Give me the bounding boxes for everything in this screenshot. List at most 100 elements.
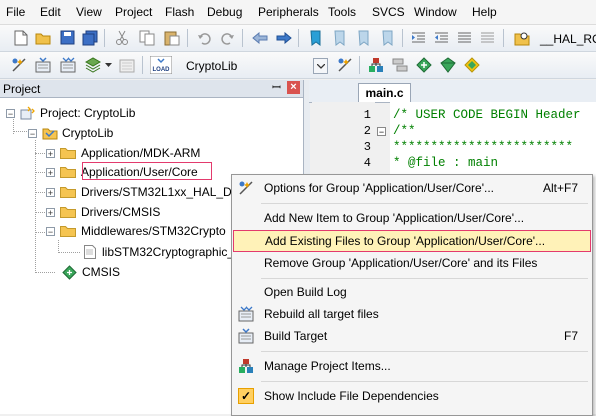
code-line: * @file : main xyxy=(393,156,499,170)
tree-item-label: CMSIS xyxy=(82,265,121,279)
menu-bar: File Edit View Project Flash Debug Perip… xyxy=(0,0,596,25)
expand-icon[interactable]: + xyxy=(46,148,55,158)
define-text: __HAL_RCC xyxy=(540,32,596,46)
bookmark-clear-icon[interactable] xyxy=(378,29,395,46)
tree-item-lib-file[interactable]: libSTM32Cryptographic_ xyxy=(84,243,234,261)
file-extensions-icon[interactable] xyxy=(391,56,408,73)
toolbar-separator xyxy=(298,29,299,47)
menu-item-label: Open Build Log xyxy=(264,285,347,299)
save-all-icon[interactable] xyxy=(81,29,98,46)
collapse-icon[interactable]: − xyxy=(28,128,37,138)
expand-icon[interactable]: + xyxy=(46,167,55,177)
pack-installer-icon[interactable] xyxy=(415,56,432,73)
tree-item-group-hal-driver[interactable]: + Drivers/STM32L1xx_HAL_Driv xyxy=(46,183,244,201)
paste-icon[interactable] xyxy=(163,29,180,46)
uncomment-icon[interactable] xyxy=(479,29,496,46)
tree-item-project[interactable]: − Project: CryptoLib xyxy=(6,104,135,122)
build-icon[interactable] xyxy=(34,56,51,73)
rebuild-icon[interactable] xyxy=(59,56,76,73)
nav-back-icon[interactable] xyxy=(251,29,268,46)
tree-guide xyxy=(35,172,45,173)
translate-icon[interactable] xyxy=(10,56,27,73)
tree-item-label: Drivers/CMSIS xyxy=(81,205,161,219)
cut-icon[interactable] xyxy=(113,29,130,46)
standard-toolbar: __HAL_RCC xyxy=(0,25,596,52)
menu-item-open-build-log[interactable]: Open Build Log xyxy=(233,281,591,303)
context-menu: Options for Group 'Application/User/Core… xyxy=(231,174,593,416)
menu-peripherals[interactable]: Peripherals xyxy=(258,5,319,19)
load-download-icon[interactable]: LOAD xyxy=(150,55,172,74)
menu-flash[interactable]: Flash xyxy=(165,5,194,19)
code-line: /** xyxy=(393,124,416,138)
menu-item-options-for-group[interactable]: Options for Group 'Application/User/Core… xyxy=(233,177,591,199)
menu-item-build-target[interactable]: Build Target F7 xyxy=(233,325,591,347)
pin-icon[interactable]: ꟷ xyxy=(270,81,283,95)
menu-file[interactable]: File xyxy=(6,5,25,19)
redo-icon[interactable] xyxy=(219,29,236,46)
menu-tools[interactable]: Tools xyxy=(328,5,356,19)
menu-help[interactable]: Help xyxy=(472,5,497,19)
nav-forward-icon[interactable] xyxy=(275,29,292,46)
bookmark-prev-icon[interactable] xyxy=(330,29,347,46)
tab-main-c[interactable]: main.c xyxy=(358,83,411,102)
menu-view[interactable]: View xyxy=(76,5,102,19)
options-for-target-icon[interactable] xyxy=(336,56,353,73)
menu-window[interactable]: Window xyxy=(414,5,457,19)
project-pane-header: Project ꟷ × xyxy=(0,80,303,98)
library-file-icon xyxy=(84,245,96,259)
menu-item-shortcut: F7 xyxy=(563,329,578,343)
expand-icon[interactable]: + xyxy=(46,207,55,217)
new-file-icon[interactable] xyxy=(12,29,29,46)
batch-dropdown-icon[interactable] xyxy=(104,56,112,73)
toolbar-separator xyxy=(142,56,143,74)
select-packs-icon[interactable] xyxy=(439,56,456,73)
bookmark-toggle-icon[interactable] xyxy=(306,29,323,46)
manage-project-items-icon[interactable] xyxy=(367,56,384,73)
project-pane-title: Project xyxy=(3,82,41,96)
rte-manage-icon[interactable] xyxy=(463,56,480,73)
menu-item-label: Build Target xyxy=(264,329,328,343)
tree-item-target[interactable]: − CryptoLib xyxy=(28,124,113,142)
comment-icon[interactable] xyxy=(456,29,473,46)
tree-guide xyxy=(35,212,45,213)
menu-item-label: Show Include File Dependencies xyxy=(264,389,439,403)
expand-icon[interactable]: + xyxy=(46,187,55,197)
stop-build-icon[interactable] xyxy=(118,56,135,73)
tree-item-group-middlewares[interactable]: − Middlewares/STM32Crypto xyxy=(46,222,226,240)
menu-item-add-existing-files[interactable]: Add Existing Files to Group 'Application… xyxy=(233,230,591,252)
open-folder-icon[interactable] xyxy=(35,29,52,46)
find-in-files-icon[interactable] xyxy=(513,29,530,46)
toolbar-separator xyxy=(187,29,188,47)
tree-item-cmsis-component[interactable]: CMSIS xyxy=(62,263,120,281)
indent-icon[interactable] xyxy=(410,29,427,46)
bookmark-next-icon[interactable] xyxy=(354,29,371,46)
menu-item-manage-project-items[interactable]: Manage Project Items... xyxy=(233,355,591,377)
editor-tab-bar: main.c xyxy=(309,80,596,103)
rebuild-icon xyxy=(238,306,254,322)
collapse-icon[interactable]: − xyxy=(46,226,55,236)
selection-highlight xyxy=(82,162,212,180)
fold-collapse-icon[interactable]: − xyxy=(377,127,386,137)
menu-debug[interactable]: Debug xyxy=(207,5,242,19)
menu-project[interactable]: Project xyxy=(115,5,152,19)
tree-item-group-mdk-arm[interactable]: + Application/MDK-ARM xyxy=(46,144,200,162)
unindent-icon[interactable] xyxy=(433,29,450,46)
close-pane-button[interactable]: × xyxy=(287,81,300,94)
tree-item-group-cmsis[interactable]: + Drivers/CMSIS xyxy=(46,203,160,221)
batch-build-icon[interactable] xyxy=(84,56,101,73)
copy-icon[interactable] xyxy=(138,29,155,46)
menu-item-rebuild-all[interactable]: Rebuild all target files xyxy=(233,303,591,325)
menu-edit[interactable]: Edit xyxy=(40,5,61,19)
menu-item-add-new-item[interactable]: Add New Item to Group 'Application/User/… xyxy=(233,207,591,229)
folder-icon xyxy=(60,187,76,198)
undo-icon[interactable] xyxy=(196,29,213,46)
menu-item-show-include-deps[interactable]: ✓ Show Include File Dependencies xyxy=(233,385,591,407)
build-icon xyxy=(238,328,254,344)
target-dropdown-button[interactable] xyxy=(313,58,328,74)
checkmark-icon: ✓ xyxy=(238,388,254,404)
menu-item-remove-group[interactable]: Remove Group 'Application/User/Core' and… xyxy=(233,252,591,274)
save-icon[interactable] xyxy=(59,29,76,46)
target-select[interactable]: CryptoLib xyxy=(186,59,237,73)
menu-svcs[interactable]: SVCS xyxy=(372,5,405,19)
collapse-icon[interactable]: − xyxy=(6,108,15,118)
